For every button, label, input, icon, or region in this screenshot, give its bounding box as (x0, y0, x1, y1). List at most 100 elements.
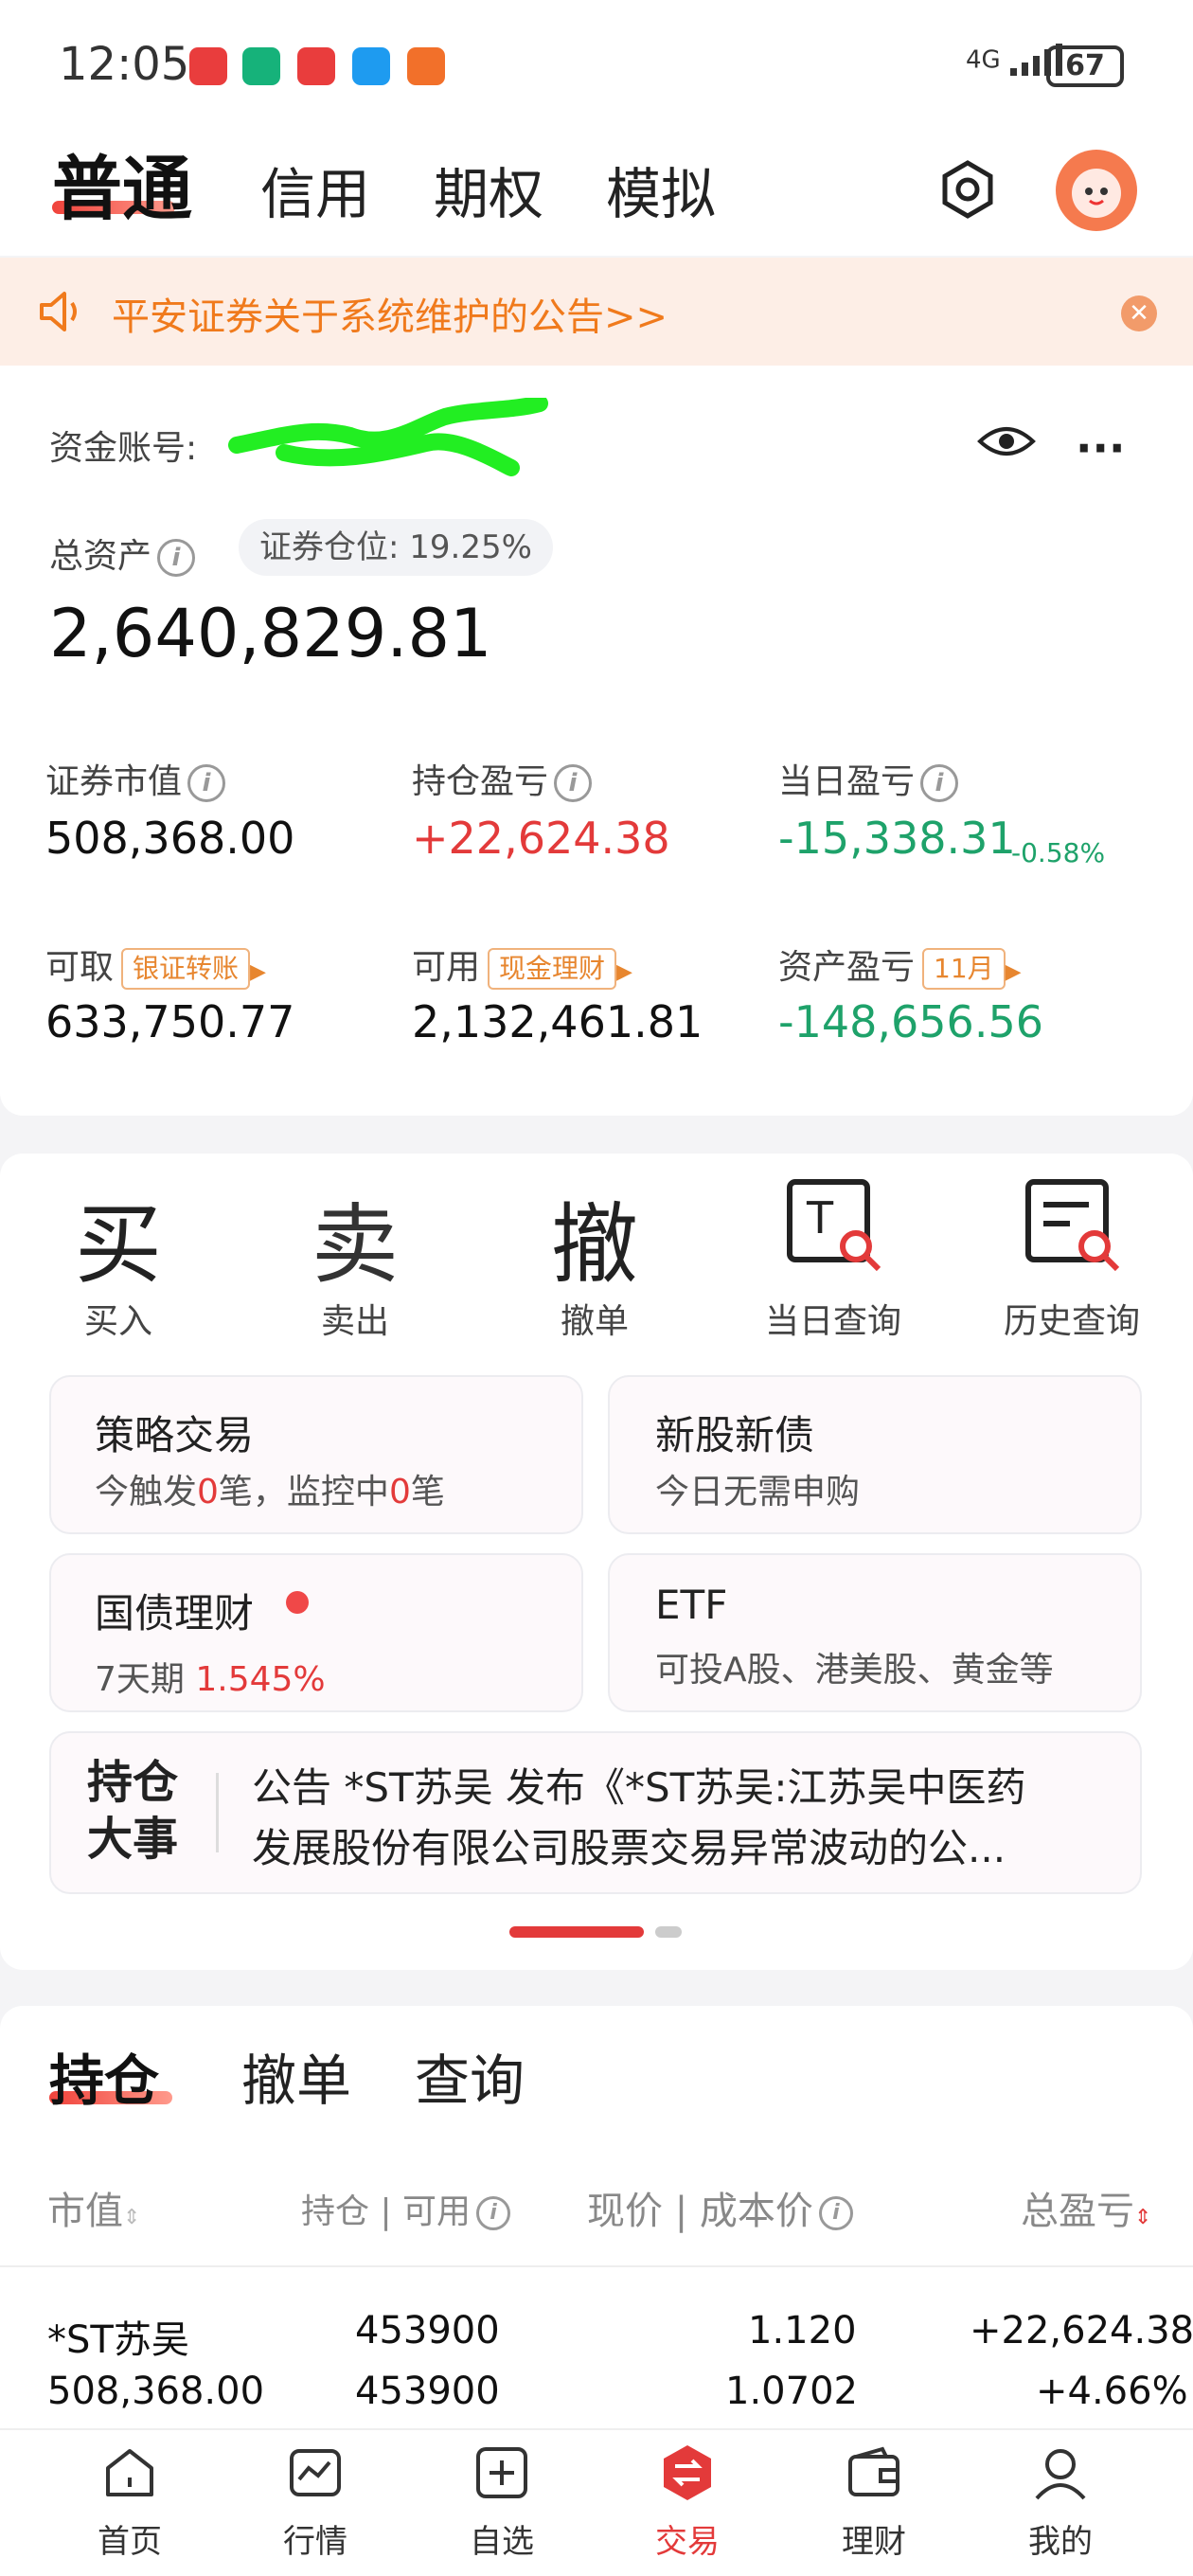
position-price: 1.120 (748, 2309, 857, 2352)
etf-subtitle: 可投A股、港美股、黄金等 (655, 1651, 1054, 1690)
history-query-icon[interactable] (1023, 1176, 1125, 1271)
huawei-app-icon-2 (297, 47, 335, 85)
nav-market[interactable]: 行情 (240, 2443, 391, 2562)
info-icon[interactable]: i (920, 764, 959, 802)
buy-icon[interactable]: 买 (47, 1174, 189, 1300)
sell-icon[interactable]: 卖 (284, 1174, 426, 1300)
buy-label[interactable]: 买入 (24, 1294, 213, 1343)
ipo-title: 新股新债 (655, 1412, 815, 1458)
ipo-subtitle: 今日无需申购 (655, 1473, 861, 1512)
tab-holdings[interactable]: 持仓 (49, 2036, 159, 2116)
today-query-label[interactable]: 当日查询 (739, 1294, 928, 1343)
asset-pl-label: 资产盈亏 11月 ▶ (778, 939, 1022, 990)
col-price-cost[interactable]: 现价 | 成本价 i (587, 2180, 853, 2235)
svg-text:T: T (806, 1192, 834, 1243)
market-value: 508,368.00 (45, 813, 295, 864)
info-icon[interactable]: i (157, 539, 196, 577)
status-time: 12:05 (59, 38, 190, 91)
sell-label[interactable]: 卖出 (260, 1294, 450, 1343)
daily-pl-value: -15,338.31 (778, 813, 1016, 864)
cancel-order-label[interactable]: 撤单 (500, 1294, 689, 1343)
account-number-redacted (228, 398, 548, 476)
sort-icon[interactable]: ⇕ (1134, 2206, 1151, 2229)
tab-simulate[interactable]: 模拟 (606, 150, 716, 229)
caret-right-icon: ▶ (250, 960, 266, 984)
strategy-title: 策略交易 (95, 1412, 255, 1458)
market-value-label: 证券市值 i (45, 754, 226, 803)
info-icon[interactable]: i (476, 2196, 511, 2230)
position-hold: 453900 (355, 2309, 500, 2352)
cash-finance-chip[interactable]: 现金理财 (488, 948, 617, 990)
col-total-pl[interactable]: 总盈亏⇕ (1021, 2180, 1151, 2235)
caret-right-icon: ▶ (1005, 960, 1022, 984)
nav-home[interactable]: 首页 (54, 2443, 205, 2562)
withdrawable-label: 可取 银证转账 ▶ (45, 939, 266, 990)
add-square-icon (476, 2447, 527, 2498)
col-hold-available[interactable]: 持仓 | 可用 i (301, 2184, 511, 2233)
today-query-icon[interactable]: T (784, 1176, 886, 1271)
position-pl: +22,624.38 (970, 2309, 1193, 2352)
nav-mine[interactable]: 我的 (985, 2443, 1136, 2562)
red-dot-badge (286, 1591, 309, 1614)
available-value: 2,132,461.81 (412, 996, 703, 1047)
caret-right-icon: ▶ (616, 960, 632, 984)
holding-events-tag: 持仓 大事 (87, 1756, 179, 1866)
position-ratio-badge: 证券仓位: 19.25% (239, 519, 553, 576)
divider (216, 1773, 219, 1852)
divider (0, 2265, 1193, 2267)
tab-normal[interactable]: 普通 (52, 133, 192, 234)
nav-finance[interactable]: 理财 (798, 2443, 950, 2562)
holding-pl-value: +22,624.38 (412, 813, 670, 864)
avatar[interactable] (1056, 150, 1137, 231)
eye-icon[interactable] (977, 422, 1036, 460)
position-name[interactable]: *ST苏吴 (47, 2309, 189, 2364)
total-asset-value: 2,640,829.81 (49, 595, 492, 672)
close-icon[interactable]: ✕ (1121, 295, 1157, 331)
mail-app-icon (407, 47, 445, 85)
trade-icon (664, 2445, 711, 2500)
position-cost: 1.0702 (725, 2370, 858, 2413)
timer-app-icon (242, 47, 280, 85)
carousel-indicator-active (509, 1926, 644, 1938)
bond-title: 国债理财 (95, 1590, 255, 1637)
user-icon (1035, 2449, 1086, 2500)
nav-watchlist[interactable]: 自选 (426, 2443, 578, 2562)
home-icon (106, 2449, 153, 2496)
bond-subtitle: 7天期 1.545% (95, 1660, 326, 1699)
available-label: 可用 现金理财 ▶ (412, 939, 632, 990)
carousel-indicator (655, 1926, 682, 1938)
position-market-value: 508,368.00 (47, 2370, 265, 2413)
total-asset-label: 总资产 i (49, 528, 196, 578)
month-chip[interactable]: 11月 (922, 948, 1006, 990)
daily-pl-label: 当日盈亏 i (778, 754, 959, 803)
info-icon[interactable]: i (554, 764, 593, 802)
daily-pl-percent: -0.58% (1011, 837, 1106, 868)
holding-event-text: 公告 *ST苏吴 发布《*ST苏吴:江苏吴中医药 发展股份有限公司股票交易异常波动… (252, 1764, 1026, 1871)
settings-icon[interactable] (937, 159, 998, 220)
etf-title: ETF (655, 1582, 728, 1628)
battery-icon: 67 (1046, 45, 1124, 87)
cancel-order-icon[interactable]: 撤 (524, 1174, 666, 1300)
tab-options[interactable]: 期权 (434, 150, 543, 229)
more-icon[interactable]: ··· (1076, 422, 1125, 474)
sort-icon[interactable]: ⇕ (123, 2206, 140, 2229)
notice-text[interactable]: 平安证券关于系统维护的公告>> (112, 286, 668, 341)
strategy-subtitle: 今触发0笔，监控中0笔 (95, 1473, 445, 1512)
info-icon[interactable]: i (818, 2196, 853, 2230)
speaker-icon (40, 292, 77, 331)
tab-query[interactable]: 查询 (415, 2036, 525, 2116)
wallet-icon (848, 2446, 899, 2496)
withdrawable-value: 633,750.77 (45, 996, 295, 1047)
col-market-value[interactable]: 市值⇕ (47, 2180, 140, 2235)
bank-transfer-chip[interactable]: 银证转账 (121, 948, 251, 990)
tab-credit[interactable]: 信用 (260, 150, 370, 229)
message-app-icon (352, 47, 390, 85)
nav-trade[interactable]: 交易 (612, 2443, 763, 2562)
tab-cancel-orders[interactable]: 撤单 (241, 2036, 351, 2116)
account-label: 资金账号: (49, 429, 198, 468)
huawei-app-icon (189, 47, 227, 85)
info-icon[interactable]: i (187, 764, 226, 802)
position-available: 453900 (355, 2370, 500, 2413)
history-query-label[interactable]: 历史查询 (977, 1294, 1166, 1343)
holding-pl-label: 持仓盈亏 i (412, 754, 593, 803)
